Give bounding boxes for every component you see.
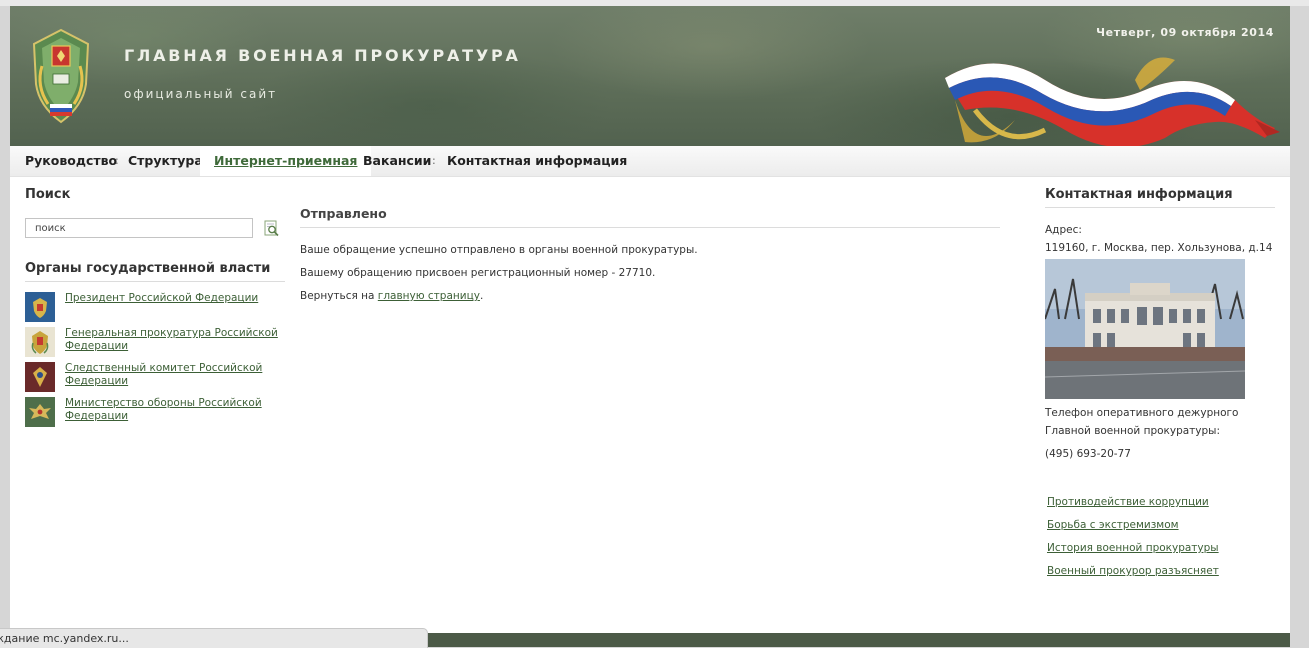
search-input[interactable] [25, 218, 253, 238]
list-item: Президент Российской Федерации [25, 292, 285, 324]
page-title: Отправлено [300, 206, 387, 221]
president-emblem-icon[interactable] [25, 292, 55, 322]
nav-separator: : [115, 154, 119, 167]
return-prefix: Вернуться на [300, 290, 375, 302]
return-message: Вернуться на главную страницу. [300, 290, 483, 302]
browser-status-bar: ждание mc.yandex.ru... [0, 628, 428, 648]
divider [300, 227, 1000, 228]
list-item: Генеральная прокуратура Российской Федер… [25, 327, 285, 359]
contact-info-heading: Контактная информация [1045, 187, 1233, 202]
phone-label-line-2: Главной военной прокуратуры: [1045, 425, 1221, 437]
org-link-president[interactable]: Президент Российской Федерации [65, 292, 280, 305]
nav-item-contacts[interactable]: Контактная информация [447, 146, 627, 176]
nav-item-internet-reception[interactable]: Интернет-приемная [200, 146, 372, 176]
phone-number: (495) 693-20-77 [1045, 448, 1131, 460]
building-photo [1045, 259, 1245, 399]
address-label: Адрес: [1045, 224, 1082, 236]
main-nav: Руководство : Структура Интернет-приемна… [10, 146, 1290, 177]
divider [1045, 207, 1275, 208]
search-icon[interactable] [263, 220, 280, 237]
history-link[interactable]: История военной прокуратуры [1047, 542, 1219, 554]
success-message: Ваше обращение успешно отправлено в орга… [300, 244, 698, 256]
site-header: ГЛАВНАЯ ВОЕННАЯ ПРОКУРАТУРА официальный … [10, 6, 1290, 148]
list-item: Министерство обороны Российской Федераци… [25, 397, 285, 429]
phone-label-line-1: Телефон оперативного дежурного [1045, 407, 1239, 419]
registration-number-message: Вашему обращению присвоен регистрационны… [300, 267, 656, 279]
site-title: ГЛАВНАЯ ВОЕННАЯ ПРОКУРАТУРА [124, 46, 521, 65]
current-date: Четверг, 09 октября 2014 [1096, 26, 1274, 39]
status-text: ждание mc.yandex.ru... [0, 632, 129, 645]
investigative-committee-emblem-icon[interactable] [25, 362, 55, 392]
divider [25, 281, 285, 282]
org-link-investigative-committee[interactable]: Следственный комитет Российской Федераци… [65, 362, 280, 388]
prosecutor-emblem-icon[interactable] [28, 26, 94, 126]
prosecutor-general-emblem-icon[interactable] [25, 327, 55, 357]
address-text: 119160, г. Москва, пер. Хользунова, д.14 [1045, 242, 1273, 254]
home-page-link[interactable]: главную страницу [378, 290, 480, 302]
return-suffix: . [479, 290, 484, 302]
nav-item-leadership[interactable]: Руководство [25, 146, 117, 176]
search-heading: Поиск [25, 187, 71, 202]
nav-separator: : [432, 154, 436, 167]
anti-extremism-link[interactable]: Борьба с экстремизмом [1047, 519, 1179, 531]
anti-corruption-link[interactable]: Противодействие коррупции [1047, 496, 1209, 508]
page: ГЛАВНАЯ ВОЕННАЯ ПРОКУРАТУРА официальный … [10, 6, 1290, 647]
russian-flag-ribbon-icon [945, 57, 1280, 148]
site-subtitle: официальный сайт [124, 87, 278, 101]
nav-item-vacancies[interactable]: Вакансии [363, 146, 431, 176]
list-item: Следственный комитет Российской Федераци… [25, 362, 285, 394]
org-link-prosecutor-general[interactable]: Генеральная прокуратура Российской Федер… [65, 327, 280, 353]
gov-bodies-heading: Органы государственной власти [25, 261, 271, 276]
org-link-defense-ministry[interactable]: Министерство обороны Российской Федераци… [65, 397, 280, 423]
prosecutor-explains-link[interactable]: Военный прокурор разъясняет [1047, 565, 1219, 577]
nav-item-structure[interactable]: Структура [128, 146, 203, 176]
defense-ministry-emblem-icon[interactable] [25, 397, 55, 427]
